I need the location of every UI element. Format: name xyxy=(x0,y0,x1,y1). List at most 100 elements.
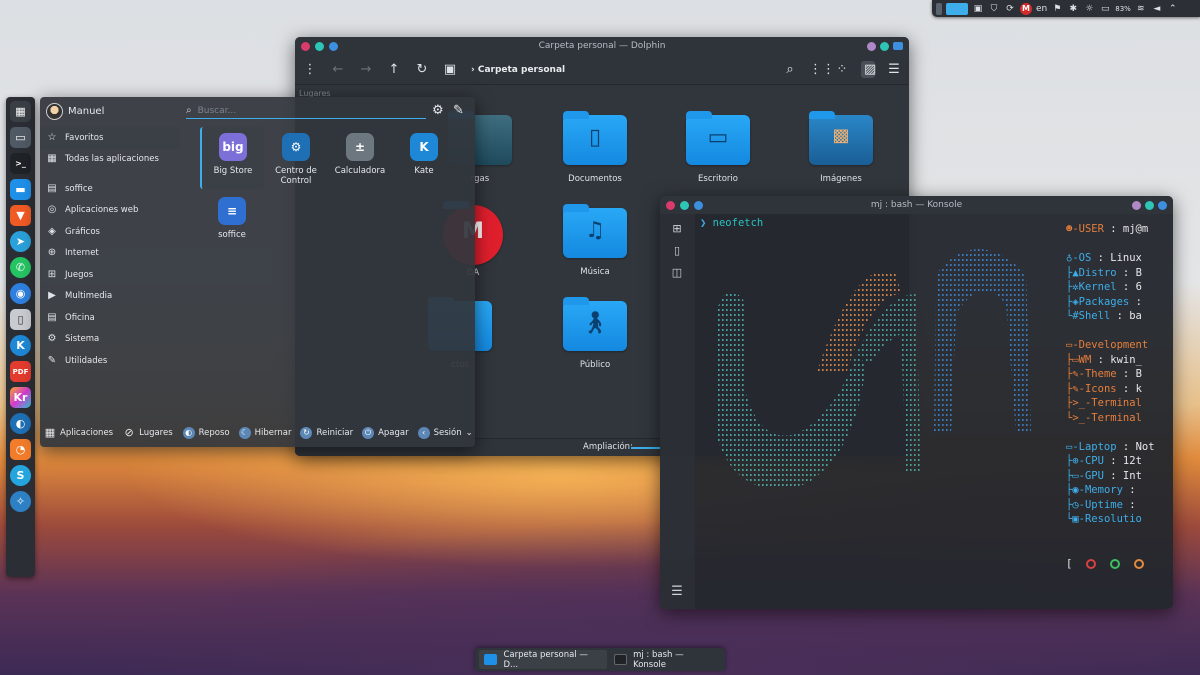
folder-escritorio[interactable]: ▭ Escritorio xyxy=(673,111,763,184)
desktop-pager-left[interactable] xyxy=(936,2,942,15)
category-item[interactable]: ▶ Multimedia xyxy=(40,286,180,308)
folder-documentos[interactable]: ▯ Documentos xyxy=(550,111,640,184)
system-settings-icon[interactable]: ✧ xyxy=(10,491,31,512)
skype-icon[interactable]: S xyxy=(10,465,31,486)
folder-icon[interactable] xyxy=(893,42,903,50)
reload-icon[interactable]: ↻ xyxy=(415,62,429,77)
forward-icon[interactable]: → xyxy=(359,62,373,77)
split-view-icon[interactable]: ◫ xyxy=(669,266,685,280)
clipboard-icon[interactable]: ▣ xyxy=(972,4,984,14)
updates-icon[interactable]: ⟳ xyxy=(1004,4,1016,14)
app-tile[interactable]: ± Calculadora xyxy=(328,127,392,176)
hibernate-button[interactable]: ☾ Hibernar xyxy=(238,427,291,439)
window-menu-button[interactable] xyxy=(301,41,310,51)
keyboard-layout[interactable]: en xyxy=(1036,4,1047,14)
minimize-button[interactable] xyxy=(1132,200,1141,210)
thunderbird-icon[interactable]: ◉ xyxy=(10,283,31,304)
battery-icon[interactable]: ▭ xyxy=(1099,4,1111,14)
window-sticky-button[interactable] xyxy=(315,41,324,51)
dolphin-titlebar[interactable]: Carpeta personal — Dolphin xyxy=(295,37,909,55)
category-item[interactable]: ◈ Gráficos xyxy=(40,221,180,243)
category-item[interactable]: ◎ Aplicaciones web xyxy=(40,200,180,222)
tray-expand-icon[interactable]: ⌃ xyxy=(1167,4,1179,14)
window-keep-above-button[interactable] xyxy=(329,41,338,51)
window-menu-button[interactable] xyxy=(666,200,675,210)
bluetooth-icon[interactable]: ✱ xyxy=(1067,4,1079,14)
krita-icon[interactable]: Kr xyxy=(10,387,31,408)
category-item[interactable]: ▤ Oficina xyxy=(40,307,180,329)
search-input[interactable] xyxy=(197,105,398,116)
brightness-icon[interactable]: ☼ xyxy=(1083,4,1095,14)
avatar[interactable] xyxy=(46,102,63,120)
category-item[interactable]: ▤ soffice xyxy=(40,178,180,200)
terminal-output[interactable]: ❯ neofetch ☻-USER : mj@m ♁-OS : Linux ├▲D… xyxy=(696,214,1173,609)
neofetch-key: Kernel xyxy=(1078,281,1117,293)
app-tile[interactable]: K Kate xyxy=(392,127,456,176)
overview-icon[interactable]: ▦ xyxy=(10,101,31,122)
icons-view-icon[interactable]: ⁘ xyxy=(835,62,849,77)
window-sticky-button[interactable] xyxy=(680,200,689,210)
details-view-icon[interactable]: ⋮⋮ xyxy=(809,62,835,77)
hamburger-menu-icon[interactable]: ☰ xyxy=(887,62,901,77)
steam-icon[interactable]: ◐ xyxy=(10,413,31,434)
app-tile[interactable]: ≡ soffice xyxy=(200,191,264,240)
terminal-panel-icon[interactable]: ▣ xyxy=(443,62,457,77)
window-keep-above-button[interactable] xyxy=(694,200,703,210)
firefox-icon[interactable]: ◔ xyxy=(10,439,31,460)
telegram-icon[interactable]: ➤ xyxy=(10,231,31,252)
tab-lugares[interactable]: ⊘ Lugares xyxy=(123,427,173,439)
new-tab-icon[interactable]: ⊞ xyxy=(669,222,685,236)
task-konsole[interactable]: mj : bash — Konsole xyxy=(609,650,721,670)
copy-icon[interactable]: ▯ xyxy=(669,244,685,258)
wifi-icon[interactable]: ≋ xyxy=(1135,4,1147,14)
mega-tray-icon[interactable]: M xyxy=(1020,2,1032,15)
folder-publico[interactable]: 🚶︎ Público xyxy=(550,297,640,370)
breadcrumb[interactable]: › Carpeta personal xyxy=(471,65,565,75)
category-item[interactable]: ☆ Favoritos xyxy=(40,127,180,149)
category-item[interactable]: ⊕ Internet xyxy=(40,243,180,265)
close-button[interactable] xyxy=(1158,200,1167,210)
back-icon[interactable]: ← xyxy=(331,62,345,77)
desktop-pager-active[interactable] xyxy=(946,2,968,15)
zoom-slider[interactable] xyxy=(631,447,661,449)
minimize-button[interactable] xyxy=(867,41,876,51)
category-item[interactable]: ⚙ Sistema xyxy=(40,329,180,351)
desktop-icon[interactable]: ▭ xyxy=(10,127,31,148)
session-button[interactable]: ‹ Sesión ⌄ xyxy=(417,427,473,439)
hamburger-menu-icon[interactable]: ☰ xyxy=(660,584,694,599)
settings-gear-icon[interactable]: ⚙ xyxy=(432,103,444,118)
konsole-titlebar[interactable]: mj : bash — Konsole xyxy=(660,196,1173,214)
app-tile[interactable]: ⚙ Centro de Control xyxy=(264,127,328,186)
dolphin-icon[interactable]: ▬ xyxy=(10,179,31,200)
pdf-icon[interactable]: PDF xyxy=(10,361,31,382)
search-box[interactable]: ⌕ xyxy=(186,103,426,119)
pin-icon[interactable]: ✎ xyxy=(453,103,464,118)
terminal-icon[interactable]: >_ xyxy=(10,153,31,174)
maximize-button[interactable] xyxy=(1145,200,1154,210)
kate-icon[interactable]: K xyxy=(10,335,31,356)
volume-icon[interactable]: ◄ xyxy=(1151,4,1163,14)
neofetch-key: -Laptop xyxy=(1072,440,1117,453)
up-icon[interactable]: ↑ xyxy=(387,62,401,77)
sleep-button[interactable]: ◐ Reposo xyxy=(182,427,230,439)
category-item[interactable]: ▦ Todas las aplicaciones xyxy=(40,149,180,171)
folder-musica[interactable]: ♫ Música xyxy=(550,204,640,277)
app-tile[interactable]: big Big Store xyxy=(200,127,264,189)
category-item[interactable]: ✎ Utilidades xyxy=(40,350,180,372)
maximize-button[interactable] xyxy=(880,41,889,51)
folder-imagenes[interactable]: ▩ Imágenes xyxy=(796,111,886,184)
category-item[interactable]: ⊞ Juegos xyxy=(40,264,180,286)
tab-aplicaciones[interactable]: ▦ Aplicaciones xyxy=(44,427,113,439)
task-dolphin[interactable]: Carpeta personal — D... xyxy=(479,650,607,670)
notifications-icon[interactable]: ⚑ xyxy=(1051,4,1063,14)
search-icon[interactable]: ⌕ xyxy=(783,62,797,77)
preview-icon[interactable]: ▨ xyxy=(861,61,876,78)
restart-button[interactable]: ↻ Reiniciar xyxy=(300,427,353,439)
neofetch-line xyxy=(1066,425,1155,440)
whatsapp-icon[interactable]: ✆ xyxy=(10,257,31,278)
shutdown-button[interactable]: ⏻ Apagar xyxy=(362,427,409,439)
brave-icon[interactable]: ▼ xyxy=(10,205,31,226)
menu-icon[interactable]: ⋮ xyxy=(303,62,317,77)
file-manager-icon[interactable]: ▯ xyxy=(10,309,31,330)
shield-icon[interactable]: ⛉ xyxy=(988,4,1000,14)
